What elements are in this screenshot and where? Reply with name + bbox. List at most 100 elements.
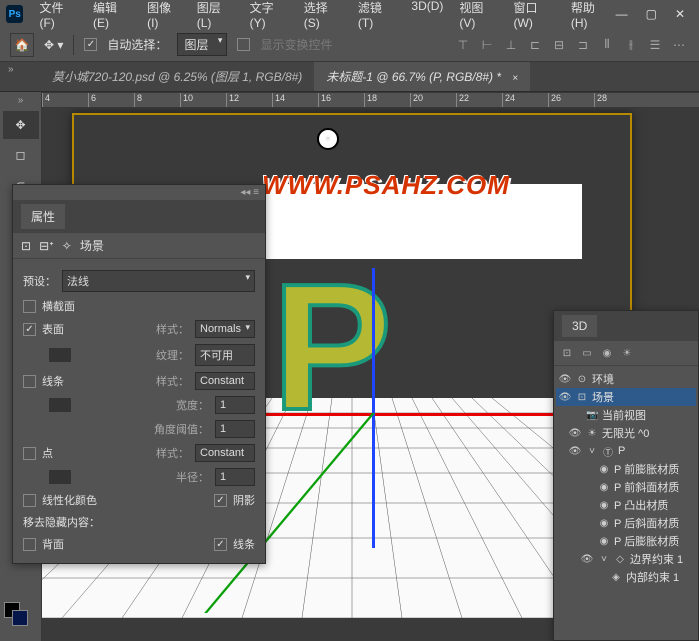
menu-filter[interactable]: 滤镜(T)	[352, 0, 402, 33]
deform-icon[interactable]: ⊟ᐩ	[39, 239, 54, 253]
tool-icon-home[interactable]: 🏠	[10, 33, 34, 57]
auto-select-checkbox[interactable]	[84, 38, 97, 51]
filter-light-icon[interactable]: ☀	[618, 344, 636, 362]
shadow-checkbox[interactable]	[214, 494, 227, 507]
lines-style-dropdown: Constant	[195, 372, 255, 390]
3d-panel: 3D ⊡ ▭ ◉ ☀ 👁 ⊙ 环境 👁 ⊡ 场景 📷 当前视图 👁 ☀ 无限光 …	[553, 310, 699, 641]
doc-tab-1-label: 莫小城720-120.psd @ 6.25% (图层 1, RGB/8#)	[52, 70, 302, 84]
mesh-icon[interactable]: ⊡	[21, 239, 31, 253]
doc-tab-1[interactable]: 莫小城720-120.psd @ 6.25% (图层 1, RGB/8#)	[40, 62, 314, 91]
panel-collapse-icon[interactable]: ◂◂ ≡	[13, 185, 265, 200]
cross-section-checkbox[interactable]	[23, 300, 36, 313]
align-bottom-icon[interactable]: ⊥	[501, 35, 521, 55]
tree-row-mat4[interactable]: ◉ P 后斜面材质	[556, 514, 696, 532]
tree-row-view[interactable]: 📷 当前视图	[556, 406, 696, 424]
minimize-button[interactable]: —	[616, 7, 628, 21]
menu-select[interactable]: 选择(S)	[298, 0, 348, 33]
lines-checkbox[interactable]	[23, 375, 36, 388]
filter-material-icon[interactable]: ◉	[598, 344, 616, 362]
radius-input: 1	[215, 468, 255, 486]
show-transform-checkbox[interactable]	[237, 38, 250, 51]
eye-icon[interactable]: 👁	[568, 428, 582, 439]
tree-row-env[interactable]: 👁 ⊙ 环境	[556, 370, 696, 388]
material-icon: ◉	[598, 464, 610, 475]
color-swatches[interactable]	[4, 602, 28, 626]
preset-dropdown[interactable]: 法线	[62, 270, 255, 292]
panel-collapse-icon[interactable]: »	[8, 64, 14, 75]
menu-type[interactable]: 文字(Y)	[244, 0, 294, 33]
align-center-icon[interactable]: ⊟	[549, 35, 569, 55]
marquee-tool[interactable]: ◻	[3, 141, 39, 169]
align-left-icon[interactable]: ⊏	[525, 35, 545, 55]
3d-tab[interactable]: 3D	[562, 315, 597, 337]
tree-row-mat1[interactable]: ◉ P 前膨胀材质	[556, 460, 696, 478]
menu-layer[interactable]: 图层(L)	[191, 0, 240, 33]
env-icon: ⊙	[576, 374, 588, 385]
tree-row-mat3[interactable]: ◉ P 凸出材质	[556, 496, 696, 514]
lines2-checkbox[interactable]	[214, 538, 227, 551]
doc-tab-2[interactable]: 未标题-1 @ 66.7% (P, RGB/8#) * ×	[314, 62, 530, 91]
distribute-v-icon[interactable]: ⫲	[621, 35, 641, 55]
expand-icon[interactable]: ˅	[598, 554, 610, 565]
properties-toolbar: ⊡ ⊟ᐩ ✧ 场景	[13, 233, 265, 259]
surface-checkbox[interactable]	[23, 323, 36, 336]
menu-file[interactable]: 文件(F)	[33, 0, 83, 33]
texture-dropdown: 不可用	[195, 344, 255, 366]
menu-view[interactable]: 视图(V)	[453, 0, 503, 33]
cap-icon[interactable]: ✧	[62, 239, 72, 253]
properties-header: 属性	[13, 200, 265, 233]
expand-icon[interactable]: ˅	[586, 446, 598, 457]
points-color-swatch[interactable]	[49, 470, 71, 484]
tree-row-internal[interactable]: ◈ 内部约束 1	[556, 568, 696, 586]
tree-row-scene[interactable]: 👁 ⊡ 场景	[556, 388, 696, 406]
document-tabs: » 莫小城720-120.psd @ 6.25% (图层 1, RGB/8#) …	[0, 62, 699, 92]
3d-scene-tree: 👁 ⊙ 环境 👁 ⊡ 场景 📷 当前视图 👁 ☀ 无限光 ^0 👁 ˅ Ⓣ P …	[554, 366, 698, 590]
align-buttons: ⊤ ⊢ ⊥ ⊏ ⊟ ⊐ ⫴ ⫲ ☰ ⋯	[453, 35, 689, 55]
arrange-icon[interactable]: ☰	[645, 35, 665, 55]
auto-select-mode-dropdown[interactable]: 图层	[177, 33, 227, 56]
menu-help[interactable]: 帮助(H)	[565, 0, 616, 33]
eye-icon[interactable]: 👁	[558, 374, 572, 385]
3d-header: 3D	[554, 311, 698, 341]
more-icon[interactable]: ⋯	[669, 35, 689, 55]
angle-label: 角度阈值：	[154, 421, 209, 437]
tree-row-boundary[interactable]: 👁 ˅ ◇ 边界约束 1	[556, 550, 696, 568]
camera-icon: 📷	[586, 410, 598, 421]
menu-image[interactable]: 图像(I)	[141, 0, 187, 33]
align-middle-icon[interactable]: ⊢	[477, 35, 497, 55]
points-checkbox[interactable]	[23, 447, 36, 460]
points-label: 点	[42, 445, 53, 461]
show-transform-label: 显示变换控件	[260, 36, 332, 53]
tree-row-p[interactable]: 👁 ˅ Ⓣ P	[556, 442, 696, 460]
menu-3d[interactable]: 3D(D)	[405, 0, 449, 33]
tree-row-light[interactable]: 👁 ☀ 无限光 ^0	[556, 424, 696, 442]
surface-color-swatch[interactable]	[49, 348, 71, 362]
properties-tab[interactable]: 属性	[21, 204, 65, 229]
eye-icon[interactable]: 👁	[558, 392, 572, 403]
move-tool[interactable]: ✥	[3, 111, 39, 139]
close-button[interactable]: ✕	[675, 7, 685, 21]
tree-row-mat5[interactable]: ◉ P 后膨胀材质	[556, 532, 696, 550]
distribute-h-icon[interactable]: ⫴	[597, 35, 617, 55]
menu-edit[interactable]: 编辑(E)	[87, 0, 137, 33]
filter-mesh-icon[interactable]: ▭	[578, 344, 596, 362]
lines-color-swatch[interactable]	[49, 398, 71, 412]
eye-icon[interactable]: 👁	[568, 446, 582, 457]
backface-checkbox[interactable]	[23, 538, 36, 551]
toolbar-collapse-icon[interactable]: »	[0, 92, 41, 109]
surface-style-dropdown[interactable]: Normals	[195, 320, 255, 338]
linearize-checkbox[interactable]	[23, 494, 36, 507]
tree-row-mat2[interactable]: ◉ P 前斜面材质	[556, 478, 696, 496]
options-bar: 🏠 ✥ ▾ 自动选择： 图层 显示变换控件 ⊤ ⊢ ⊥ ⊏ ⊟ ⊐ ⫴ ⫲ ☰ …	[0, 28, 699, 62]
background-color[interactable]	[12, 610, 28, 626]
backface-label: 背面	[42, 536, 64, 552]
maximize-button[interactable]: ▢	[646, 7, 657, 21]
doc-tab-2-close[interactable]: ×	[512, 73, 518, 84]
menu-window[interactable]: 窗口(W)	[508, 0, 561, 33]
scene-icon: ⊡	[576, 392, 588, 403]
window-controls: — ▢ ✕	[616, 7, 693, 21]
align-top-icon[interactable]: ⊤	[453, 35, 473, 55]
align-right-icon[interactable]: ⊐	[573, 35, 593, 55]
filter-scene-icon[interactable]: ⊡	[558, 344, 576, 362]
eye-icon[interactable]: 👁	[580, 554, 594, 565]
